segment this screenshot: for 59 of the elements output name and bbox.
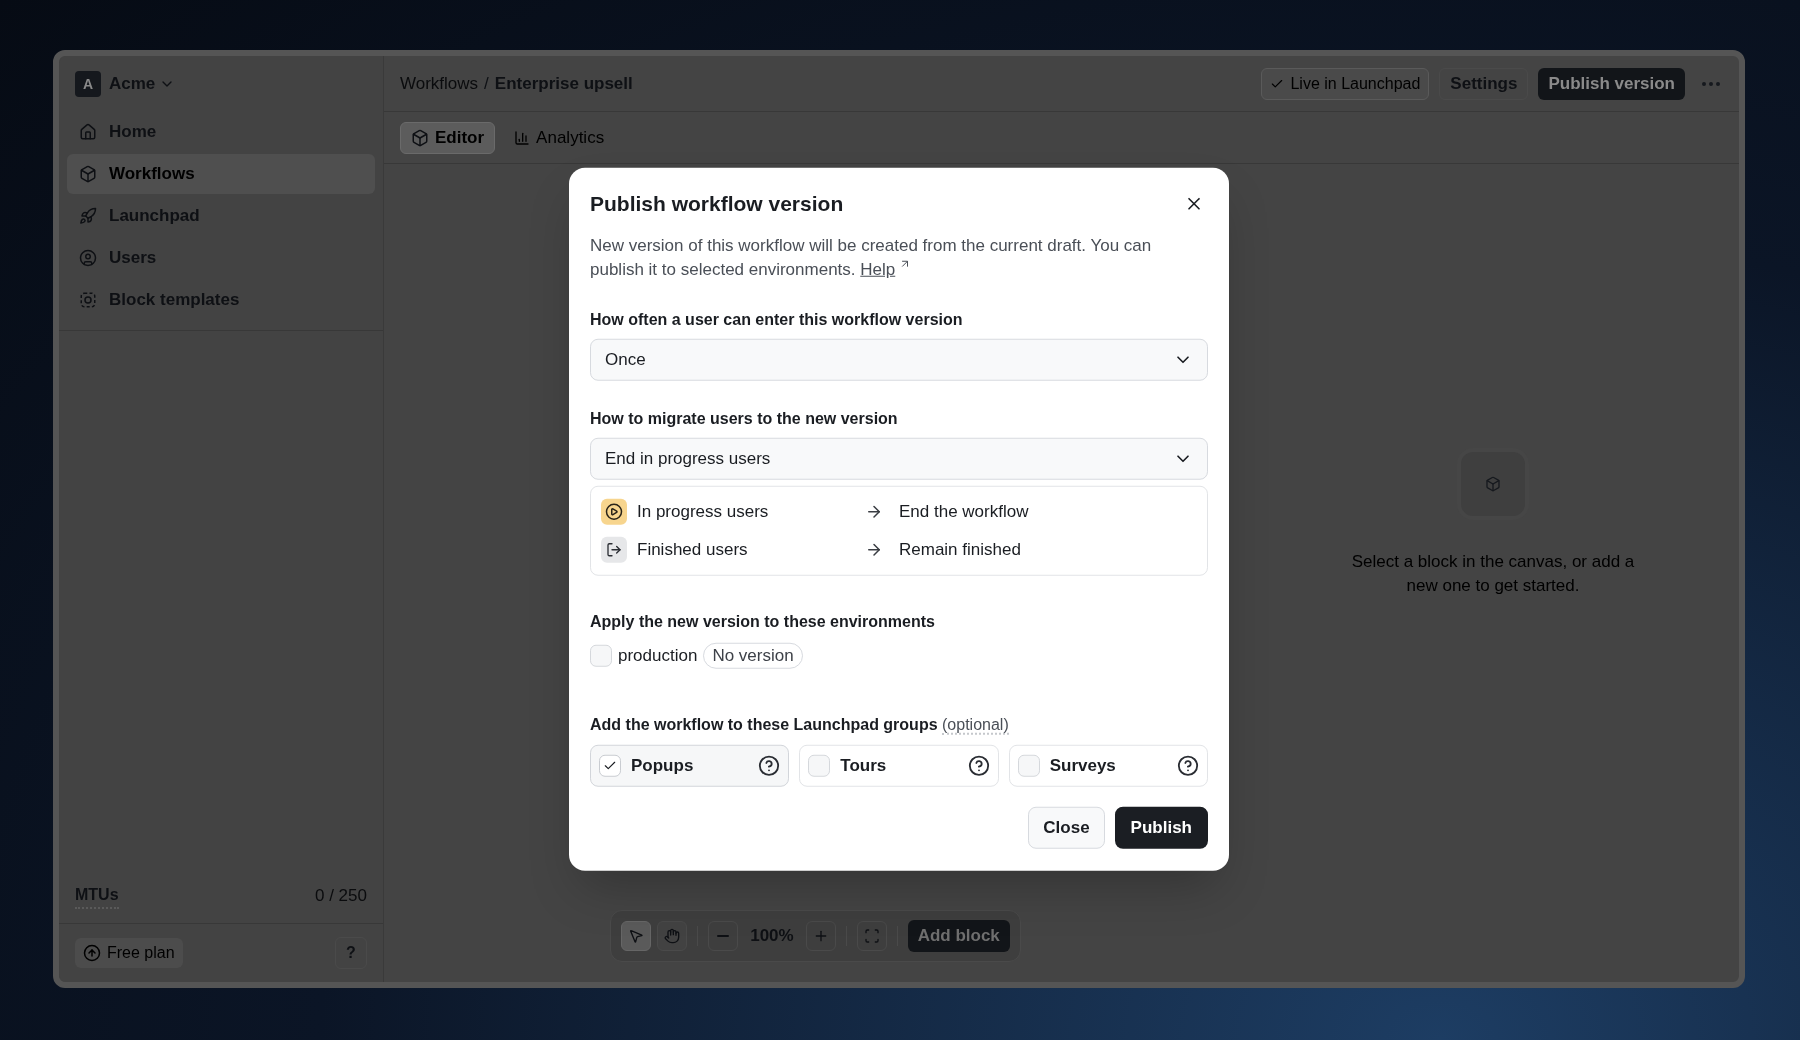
publish-version-button[interactable]: Publish version <box>1538 67 1685 100</box>
help-icon[interactable] <box>758 754 781 777</box>
frame-corners-icon <box>863 928 880 944</box>
exit-icon <box>601 536 627 563</box>
bar-chart-icon <box>514 129 531 146</box>
zoom-out-button[interactable] <box>708 921 739 951</box>
tab[interactable]: Analytics <box>503 121 616 154</box>
cube-icon <box>79 165 97 183</box>
add-block-button[interactable]: Add block <box>907 920 1010 952</box>
dialog-title: Publish workflow version <box>590 190 844 217</box>
close-dialog-button[interactable]: Close <box>1028 806 1105 849</box>
group-option[interactable]: Popups <box>590 744 790 787</box>
user-group-label: Finished users <box>637 538 749 561</box>
environment-label: production <box>618 644 698 667</box>
help-icon[interactable] <box>967 754 990 777</box>
free-plan-button[interactable]: Free plan <box>75 938 183 968</box>
zoom-in-button[interactable] <box>805 921 836 951</box>
group-option[interactable]: Surveys <box>1008 744 1208 787</box>
frequency-label: How often a user can enter this workflow version <box>590 309 964 330</box>
environments-label: Apply the new version to these environments <box>590 611 936 632</box>
pointer-icon <box>628 928 645 944</box>
cube-icon <box>411 128 429 147</box>
frequency-select[interactable]: Once <box>590 338 1208 381</box>
migration-label: How to migrate users to the new version <box>590 408 899 429</box>
user-group-label: In progress users <box>637 500 770 523</box>
status-badge: Live in Launchpad <box>1261 67 1430 100</box>
help-icon[interactable] <box>1177 754 1199 777</box>
workspace-avatar: A <box>75 71 101 97</box>
migration-select[interactable]: End in progress users <box>590 437 1208 480</box>
empty-state-text: Select a block in the canvas, or add a new one to get started. <box>1350 551 1636 597</box>
breadcrumb-link[interactable]: Workflows <box>400 70 479 97</box>
outcome-label: End the workflow <box>899 500 1029 523</box>
hand-tool[interactable] <box>657 921 688 951</box>
checkbox[interactable] <box>590 644 612 667</box>
home-icon <box>79 123 97 141</box>
minus-icon <box>717 935 730 937</box>
sidebar-item[interactable]: Workflows <box>67 154 375 194</box>
dialog-description: New version of this workflow will be created from the current draft. You can publish it to selected environments. Help <box>590 234 1153 281</box>
pointer-tool[interactable] <box>621 921 652 951</box>
outcome-label: Remain finished <box>899 538 1021 561</box>
help-button[interactable]: ? <box>335 937 367 969</box>
fit-view-button[interactable] <box>856 921 887 951</box>
checkbox[interactable] <box>808 754 831 777</box>
optional-hint: (optional) <box>942 715 1009 735</box>
user-circle-icon <box>79 249 97 267</box>
usage-value: 0 / 250 <box>315 884 367 907</box>
checkbox[interactable] <box>599 754 621 777</box>
dashed-square-icon <box>79 291 97 309</box>
group-option[interactable]: Tours <box>799 744 999 787</box>
publish-button[interactable]: Publish <box>1114 806 1208 849</box>
help-link[interactable]: Help <box>860 259 896 279</box>
breadcrumb-separator: / <box>484 72 489 95</box>
hand-icon <box>664 928 681 944</box>
rocket-icon <box>79 207 97 225</box>
groups-label: Add the workflow to these Launchpad groups <box>590 715 938 733</box>
arrow-up-circle-icon <box>83 944 101 962</box>
tab[interactable]: Editor <box>400 121 496 154</box>
cube-icon <box>1485 476 1501 492</box>
checkbox[interactable] <box>1017 754 1040 777</box>
